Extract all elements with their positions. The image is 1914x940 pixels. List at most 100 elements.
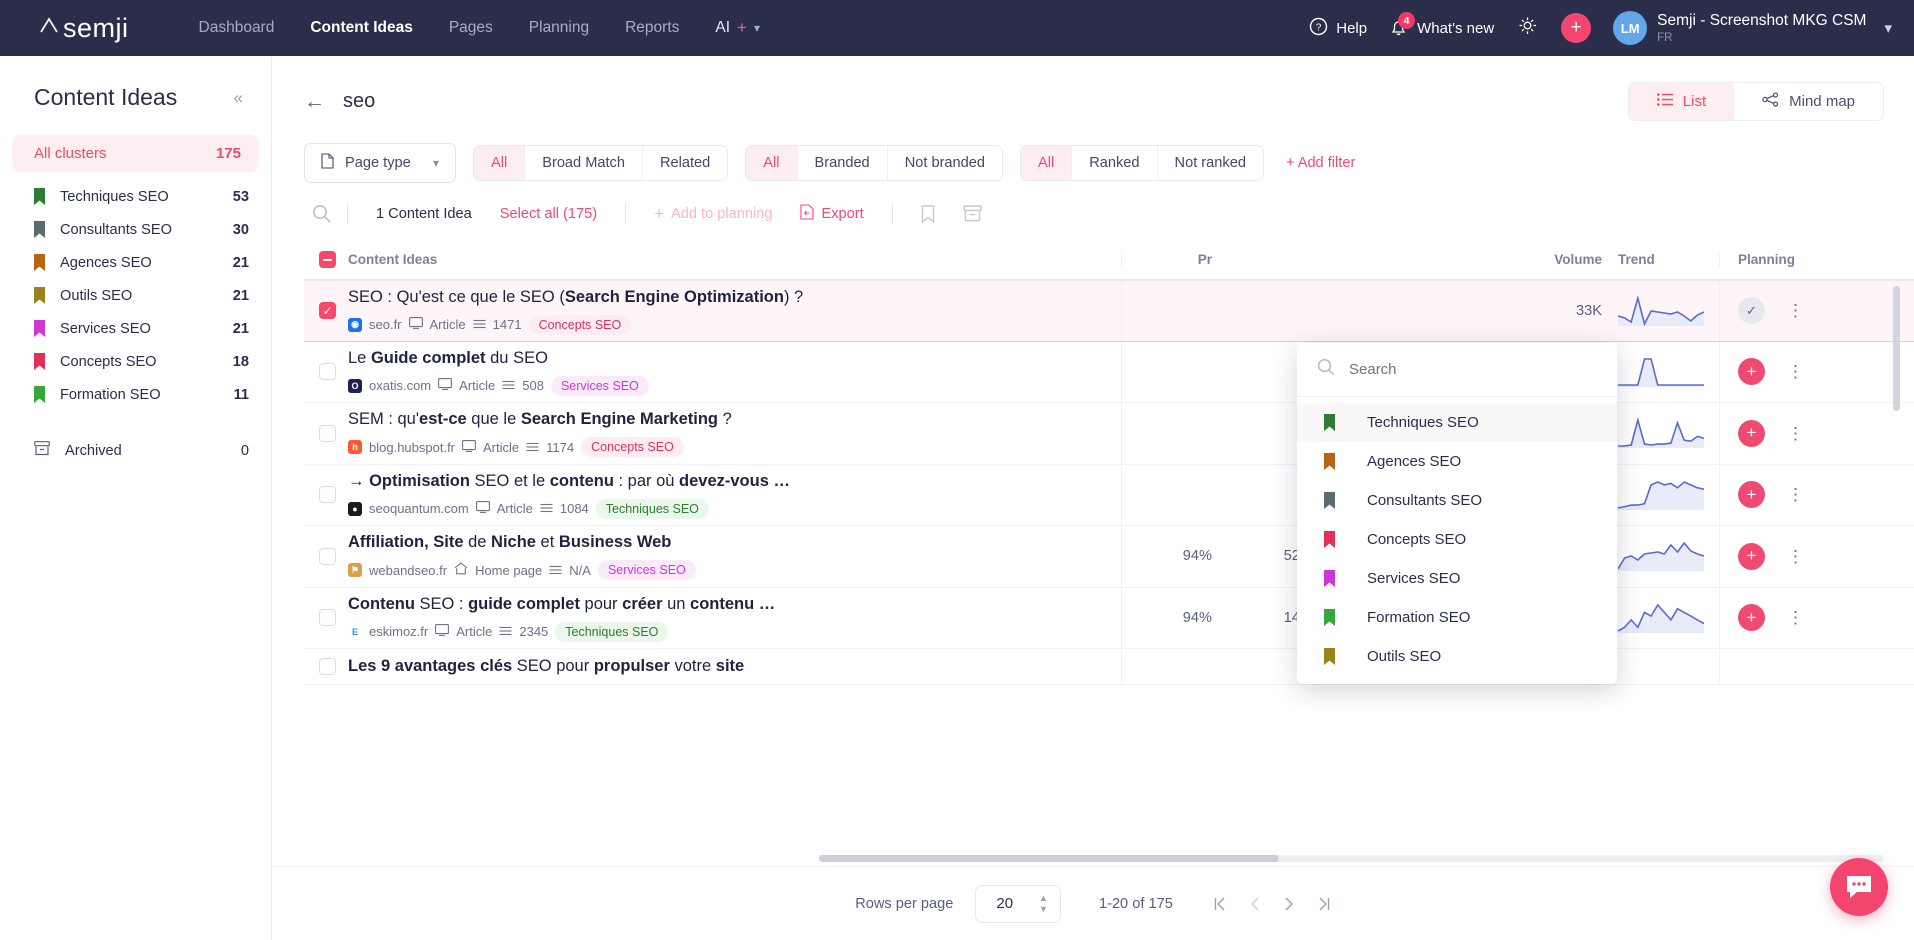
row-content-idea-cell[interactable]: SEM : qu'est-ce que le Search Engine Mar… [348, 403, 1122, 464]
create-new-button[interactable]: + [1561, 13, 1592, 43]
row-menu-icon[interactable]: ⋮ [1787, 425, 1804, 442]
idea-title[interactable]: Le Guide complet du SEO [348, 348, 1111, 369]
add-to-planning-button[interactable]: + [1738, 604, 1765, 632]
sidebar-item-archived[interactable]: Archived 0 [0, 431, 271, 471]
row-content-idea-cell[interactable]: Les 9 avantages clés SEO pour propulser … [348, 649, 1122, 684]
sidebar-item-outils-seo[interactable]: Outils SEO 21 [0, 279, 271, 312]
row-checkbox[interactable] [319, 363, 336, 381]
column-header-content-ideas[interactable]: Content Ideas [348, 252, 1122, 267]
add-to-planning-button[interactable]: + Add to planning [654, 204, 772, 224]
column-header-probability[interactable]: Pr [1122, 252, 1232, 267]
row-checkbox[interactable]: ✓ [319, 302, 336, 320]
row-menu-icon[interactable]: ⋮ [1787, 302, 1804, 319]
dropdown-item-techniques-seo[interactable]: Techniques SEO [1297, 403, 1617, 442]
archive-filter-icon[interactable] [962, 205, 982, 222]
row-menu-icon[interactable]: ⋮ [1787, 548, 1804, 565]
filter-match-broad[interactable]: Broad Match [524, 146, 642, 180]
row-content-idea-cell[interactable]: Contenu SEO : guide complet pour créer u… [348, 587, 1122, 648]
filter-brand-not-branded[interactable]: Not branded [886, 146, 1003, 180]
row-checkbox[interactable] [319, 658, 336, 675]
cluster-chip[interactable]: Techniques SEO [595, 498, 709, 519]
horizontal-scrollbar-track[interactable] [819, 855, 1884, 862]
filter-rank-not-ranked[interactable]: Not ranked [1156, 146, 1263, 180]
add-to-planning-button[interactable]: + [1738, 481, 1765, 509]
bookmark-filter-icon[interactable] [921, 204, 935, 223]
row-menu-icon[interactable]: ⋮ [1787, 609, 1804, 626]
nav-item-content-ideas[interactable]: Content Ideas [310, 19, 412, 37]
sidebar-item-formation-seo[interactable]: Formation SEO 11 [0, 378, 271, 411]
table-row[interactable]: Affiliation, Site de Niche et Business W… [304, 526, 1914, 588]
page-type-filter-dropdown[interactable]: Page type ▾ [304, 143, 456, 183]
semji-logo[interactable]: semji [38, 13, 129, 44]
cluster-chip[interactable]: Techniques SEO [555, 621, 669, 642]
dropdown-item-concepts-seo[interactable]: Concepts SEO [1297, 520, 1617, 559]
nav-item-ai[interactable]: AI + ▾ [715, 18, 760, 38]
idea-title[interactable]: Contenu SEO : guide complet pour créer u… [348, 594, 1111, 615]
cluster-chip[interactable]: Concepts SEO [528, 314, 632, 335]
next-page-button[interactable] [1283, 896, 1295, 912]
rows-per-page-select[interactable]: 20 ▲ ▼ [975, 884, 1061, 923]
add-to-planning-button[interactable]: + [1738, 358, 1765, 386]
search-icon[interactable] [304, 204, 347, 223]
export-button[interactable]: Export [800, 203, 864, 224]
previous-page-button[interactable] [1249, 896, 1261, 912]
column-header-planning[interactable]: Planning [1720, 252, 1850, 267]
tab-list-view[interactable]: List [1628, 83, 1735, 120]
nav-item-pages[interactable]: Pages [449, 19, 493, 37]
first-page-button[interactable] [1213, 896, 1227, 912]
vertical-scrollbar[interactable] [1893, 286, 1900, 411]
help-button[interactable]: ? Help [1309, 17, 1367, 40]
row-menu-icon[interactable]: ⋮ [1787, 486, 1804, 503]
cluster-chip[interactable]: Services SEO [550, 375, 649, 396]
table-row[interactable]: Le Guide complet du SEO Ooxatis.com Articl… [304, 341, 1914, 403]
dropdown-item-outils-seo[interactable]: Outils SEO [1297, 637, 1617, 676]
column-header-trend[interactable]: Trend [1602, 252, 1720, 267]
filter-match-all[interactable]: All [474, 146, 525, 180]
idea-title[interactable]: SEM : qu'est-ce que le Search Engine Mar… [348, 409, 1111, 430]
row-content-idea-cell[interactable]: SEO : Qu'est ce que le SEO (Search Engin… [348, 281, 1122, 341]
select-all-button[interactable]: Select all (175) [500, 206, 597, 222]
row-content-idea-cell[interactable]: Le Guide complet du SEO Ooxatis.com Articl… [348, 341, 1122, 402]
filter-brand-all[interactable]: All [746, 146, 797, 180]
nav-item-planning[interactable]: Planning [529, 19, 589, 37]
dropdown-item-agences-seo[interactable]: Agences SEO [1297, 442, 1617, 481]
sidebar-item-agences-seo[interactable]: Agences SEO 21 [0, 246, 271, 279]
column-header-volume[interactable]: Volume [1512, 252, 1602, 267]
filter-match-related[interactable]: Related [641, 146, 728, 180]
idea-title[interactable]: Les 9 avantages clés SEO pour propulser … [348, 656, 1111, 677]
filter-rank-all[interactable]: All [1021, 146, 1072, 180]
row-checkbox[interactable] [319, 547, 336, 565]
sidebar-item-techniques-seo[interactable]: Techniques SEO 53 [0, 180, 271, 213]
row-checkbox[interactable] [319, 424, 336, 442]
nav-item-reports[interactable]: Reports [625, 19, 679, 37]
filter-brand-branded[interactable]: Branded [796, 146, 887, 180]
table-row[interactable]: Contenu SEO : guide complet pour créer u… [304, 587, 1914, 649]
tab-mindmap-view[interactable]: Mind map [1734, 83, 1883, 120]
row-content-idea-cell[interactable]: → Optimisation SEO et le contenu : par o… [348, 464, 1122, 525]
row-menu-icon[interactable]: ⋮ [1787, 363, 1804, 380]
idea-title[interactable]: Affiliation, Site de Niche et Business W… [348, 532, 1111, 553]
gear-icon[interactable] [1516, 14, 1539, 42]
collapse-sidebar-icon[interactable]: « [234, 88, 243, 108]
dropdown-search-row[interactable] [1297, 343, 1617, 397]
idea-title[interactable]: SEO : Qu'est ce que le SEO (Search Engin… [348, 287, 1111, 308]
row-checkbox[interactable] [319, 609, 336, 627]
back-arrow-icon[interactable]: ← [304, 90, 325, 114]
dropdown-item-consultants-seo[interactable]: Consultants SEO [1297, 481, 1617, 520]
nav-item-dashboard[interactable]: Dashboard [199, 19, 275, 37]
chat-support-button[interactable] [1830, 858, 1888, 916]
select-all-checkbox[interactable] [319, 251, 336, 268]
row-checkbox[interactable] [319, 486, 336, 504]
add-to-planning-button[interactable]: + [1738, 419, 1765, 447]
idea-title[interactable]: → Optimisation SEO et le contenu : par o… [348, 471, 1111, 492]
cluster-chip[interactable]: Concepts SEO [581, 437, 684, 458]
dropdown-item-formation-seo[interactable]: Formation SEO [1297, 598, 1617, 637]
row-content-idea-cell[interactable]: Affiliation, Site de Niche et Business W… [348, 526, 1122, 587]
last-page-button[interactable] [1317, 896, 1331, 912]
table-row[interactable]: ✓ SEO : Qu'est ce que le SEO (Search Engi… [304, 280, 1914, 342]
cluster-chip[interactable]: Services SEO [597, 560, 696, 581]
table-row[interactable]: Les 9 avantages clés SEO pour propulser … [304, 649, 1914, 685]
cluster-search-input[interactable] [1349, 361, 1579, 378]
table-row[interactable]: → Optimisation SEO et le contenu : par o… [304, 464, 1914, 526]
account-menu[interactable]: LM Semji - Screenshot MKG CSM FR ▾ [1613, 11, 1892, 45]
